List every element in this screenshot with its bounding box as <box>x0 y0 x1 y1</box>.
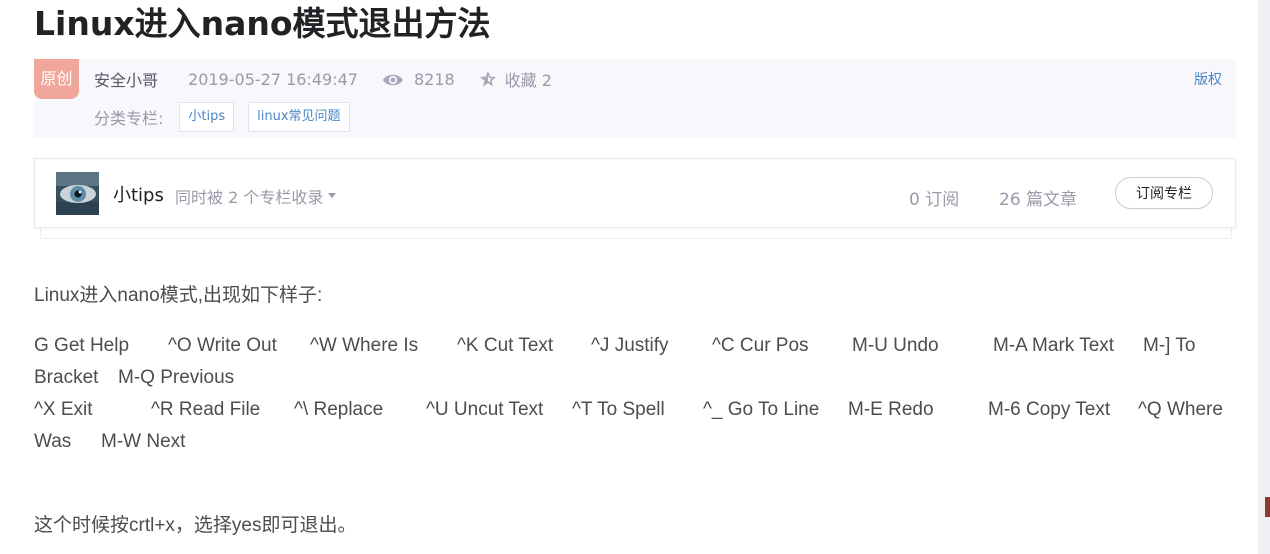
subscriber-count: 0 订阅 <box>909 190 960 210</box>
shortcut-item: ^O Write Out <box>168 335 277 356</box>
shortcut-item: M-] To <box>1143 335 1196 356</box>
article-count: 26 篇文章 <box>999 190 1078 210</box>
meta-row: 安全小哥 2019-05-27 16:49:47 8218 收藏 2 <box>94 67 552 91</box>
article-title: Linux进入nano模式退出方法 <box>34 4 491 43</box>
shortcut-item: ^K Cut Text <box>457 335 554 356</box>
shortcut-item: ^R Read File <box>151 399 261 420</box>
eye-icon <box>382 72 404 86</box>
column-avatar[interactable] <box>56 172 99 215</box>
category-row: 分类专栏: 小tips linux常见问题 <box>94 102 364 132</box>
shortcut-item: ^T To Spell <box>572 399 665 420</box>
shortcut-item: M-A Mark Text <box>993 335 1115 356</box>
author-link[interactable]: 安全小哥 <box>94 67 158 91</box>
shortcut-item: ^Q Where <box>1138 399 1223 420</box>
article-meta: 原创 安全小哥 2019-05-27 16:49:47 8218 收藏 2 版权 <box>34 59 1236 138</box>
shortcut-item: Bracket <box>34 367 99 388</box>
shortcut-item: ^C Cur Pos <box>712 335 809 356</box>
column-included-dropdown[interactable]: 同时被 2 个专栏收录 <box>175 184 337 208</box>
shortcut-item: M-U Undo <box>852 335 939 356</box>
shortcut-item: M-W Next <box>101 431 186 452</box>
star-icon[interactable] <box>479 70 497 88</box>
shortcut-item: ^_ Go To Line <box>703 399 820 420</box>
shortcut-item: Was <box>34 431 72 452</box>
caret-down-icon <box>328 192 337 198</box>
favorite-count[interactable]: 收藏 2 <box>505 67 552 91</box>
view-count: 8218 <box>413 69 455 89</box>
column-name[interactable]: 小tips <box>113 181 164 207</box>
exit-instruction-paragraph: 这个时候按crtl+x，选择yes即可退出。 <box>34 515 357 536</box>
shortcut-item: ^U Uncut Text <box>426 399 544 420</box>
subscribe-column-button[interactable]: 订阅专栏 <box>1115 177 1213 209</box>
shortcut-item: M-6 Copy Text <box>988 399 1111 420</box>
tag-linux-faq[interactable]: linux常见问题 <box>248 102 350 132</box>
shortcut-item: M-E Redo <box>848 399 934 420</box>
shortcut-item: ^X Exit <box>34 399 93 420</box>
shortcut-item: ^W Where Is <box>310 335 419 356</box>
category-label: 分类专栏: <box>94 109 164 128</box>
side-toolbar-edge[interactable] <box>1265 497 1270 517</box>
publish-time: 2019-05-27 16:49:47 <box>188 69 358 89</box>
shortcut-item: M-Q Previous <box>118 367 235 388</box>
intro-paragraph: Linux进入nano模式,出现如下样子: <box>34 285 323 306</box>
article-page: Linux进入nano模式退出方法 原创 安全小哥 2019-05-27 16:… <box>0 0 1258 554</box>
column-included-text: 同时被 2 个专栏收录 <box>175 188 324 207</box>
original-badge: 原创 <box>34 59 79 99</box>
shortcut-item: G Get Help <box>34 335 130 356</box>
column-card: 小tips 同时被 2 个专栏收录 0 订阅 26 篇文章 订阅专栏 <box>34 158 1236 228</box>
shortcut-item: ^J Justify <box>591 335 669 356</box>
shortcut-item: ^\ Replace <box>294 399 384 420</box>
copyright-link[interactable]: 版权 <box>1194 69 1222 89</box>
tag-xiao-tips[interactable]: 小tips <box>179 102 235 132</box>
